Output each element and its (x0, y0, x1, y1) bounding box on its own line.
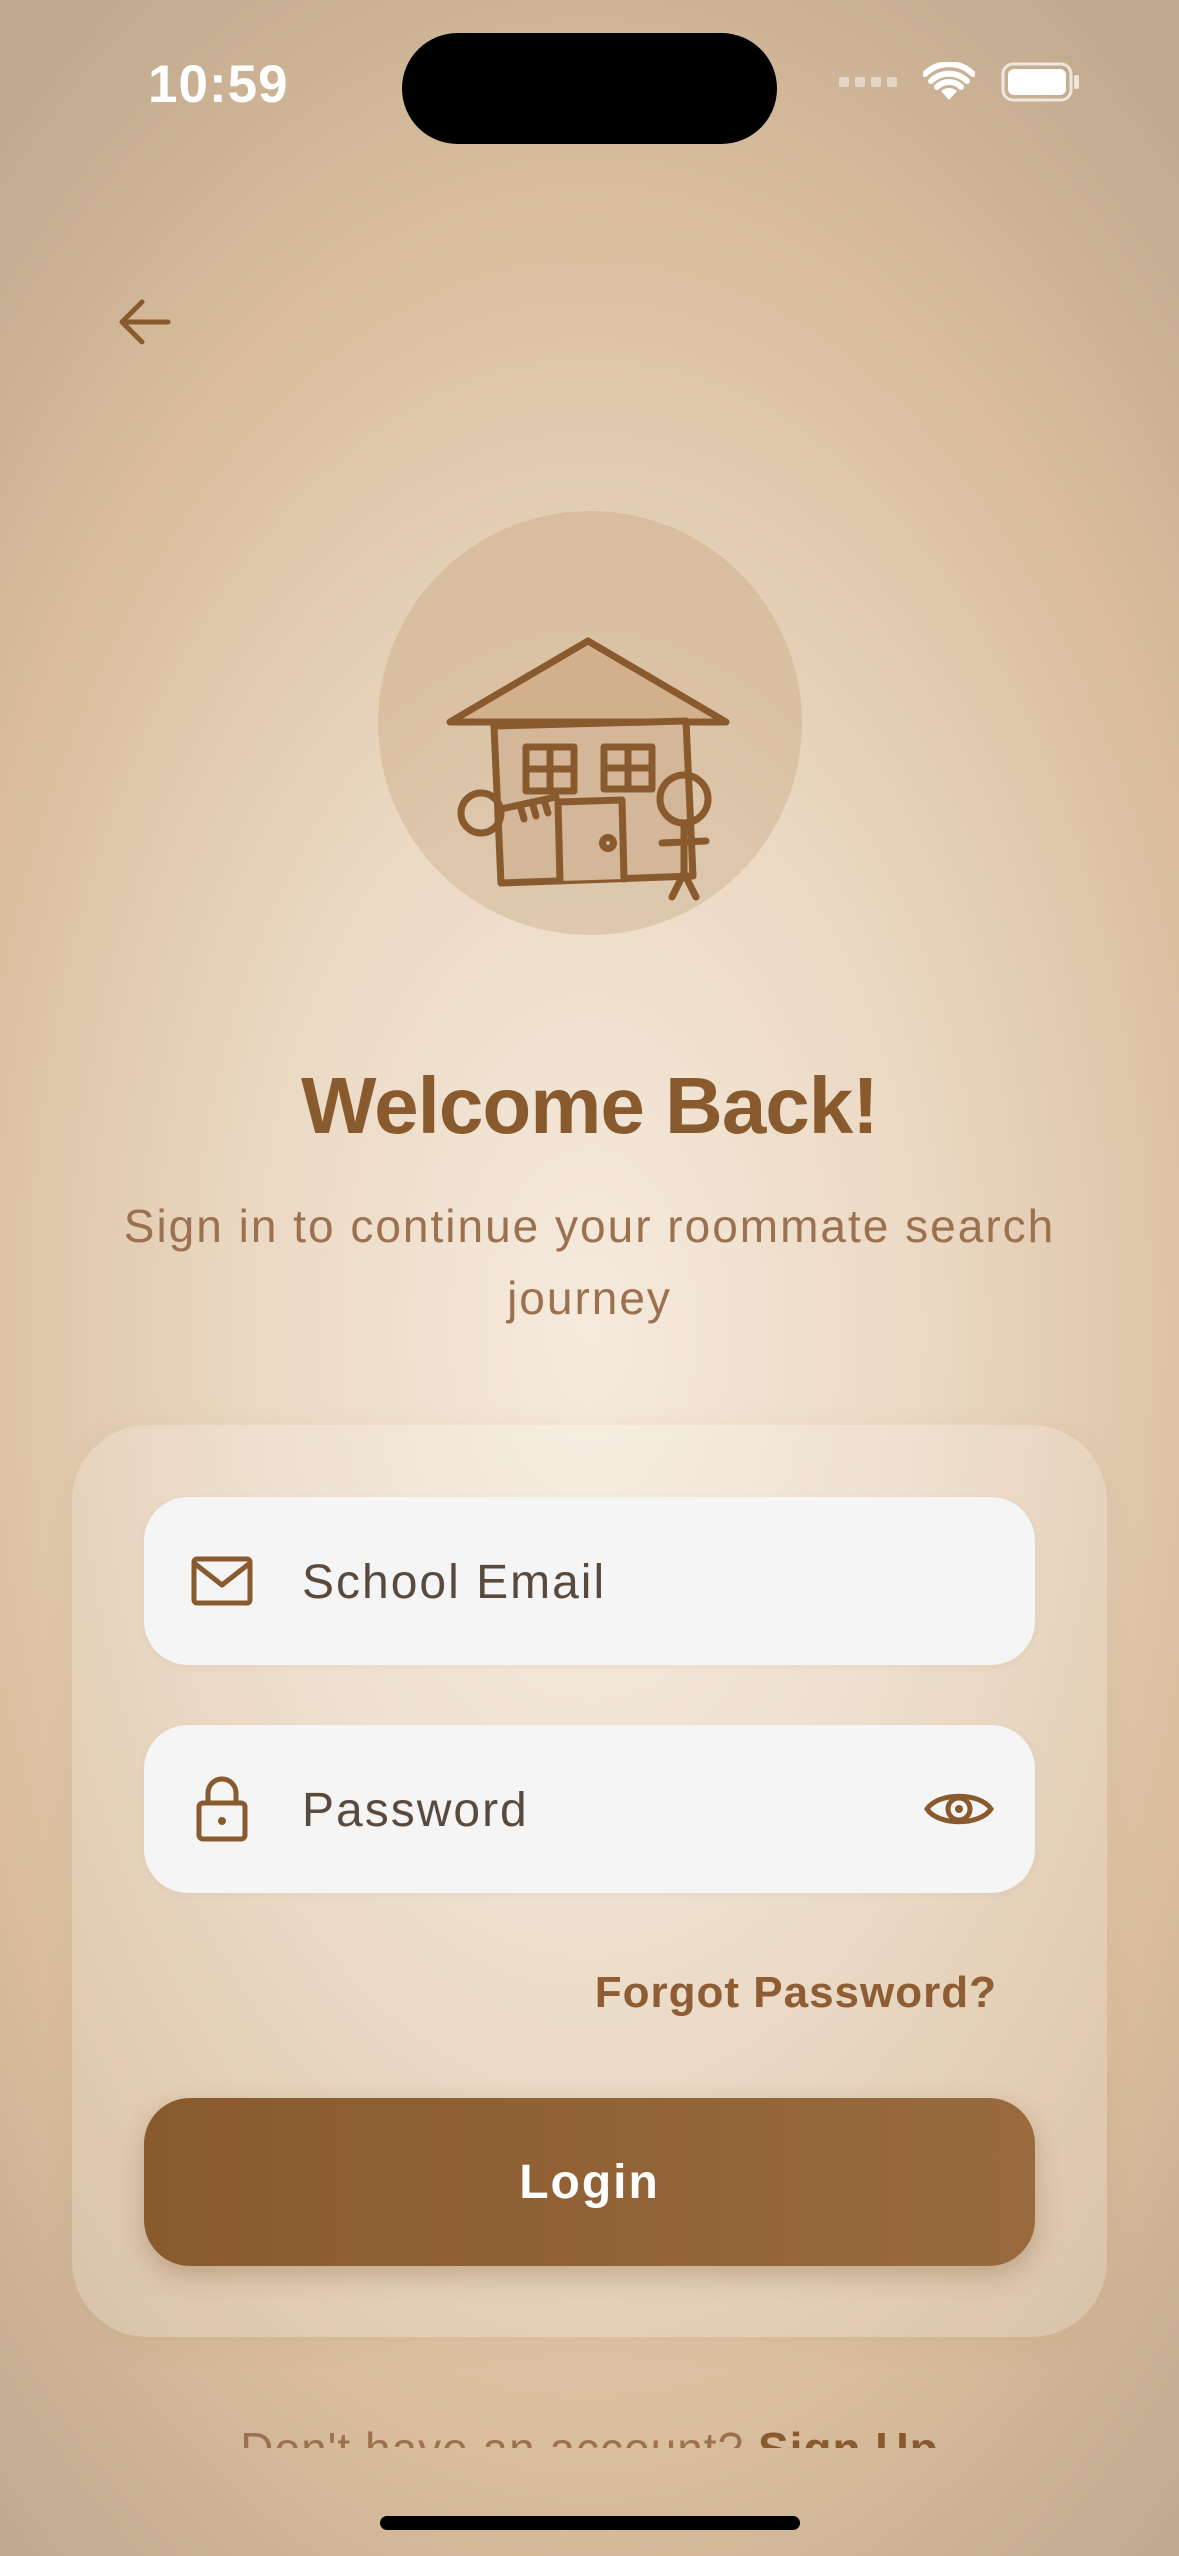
password-field[interactable] (144, 1725, 1035, 1895)
signup-link[interactable]: Sign Up (758, 2423, 939, 2448)
signup-prompt: Don't have an account? Sign Up (0, 2420, 1179, 2448)
battery-icon (1001, 62, 1079, 102)
forgot-password-link[interactable]: Forgot Password? (595, 1968, 997, 2018)
logo (378, 511, 802, 935)
cellular-signal-icon (839, 77, 897, 87)
lock-icon (184, 1771, 260, 1847)
status-time: 10:59 (148, 55, 289, 114)
envelope-icon (184, 1543, 260, 1619)
password-input[interactable] (300, 1725, 884, 1895)
home-indicator[interactable] (380, 2516, 800, 2530)
email-input[interactable] (300, 1497, 884, 1667)
signup-prompt-text: Don't have an account? (240, 2423, 744, 2448)
wifi-icon (923, 62, 975, 100)
toggle-password-visibility-button[interactable] (919, 1774, 999, 1844)
page-title: Welcome Back! (301, 1061, 879, 1150)
status-bar: 10:59 (0, 0, 1179, 170)
back-button[interactable] (108, 290, 180, 354)
status-icons (839, 62, 1081, 102)
email-field[interactable] (144, 1497, 1035, 1667)
page-subtitle: Sign in to continue your roommate search… (123, 1200, 1056, 1324)
login-button[interactable]: Login (144, 2098, 1035, 2266)
eye-icon (924, 1793, 994, 1825)
house-icon (446, 637, 730, 901)
dynamic-island (402, 33, 777, 144)
arrow-left-icon (119, 299, 171, 345)
